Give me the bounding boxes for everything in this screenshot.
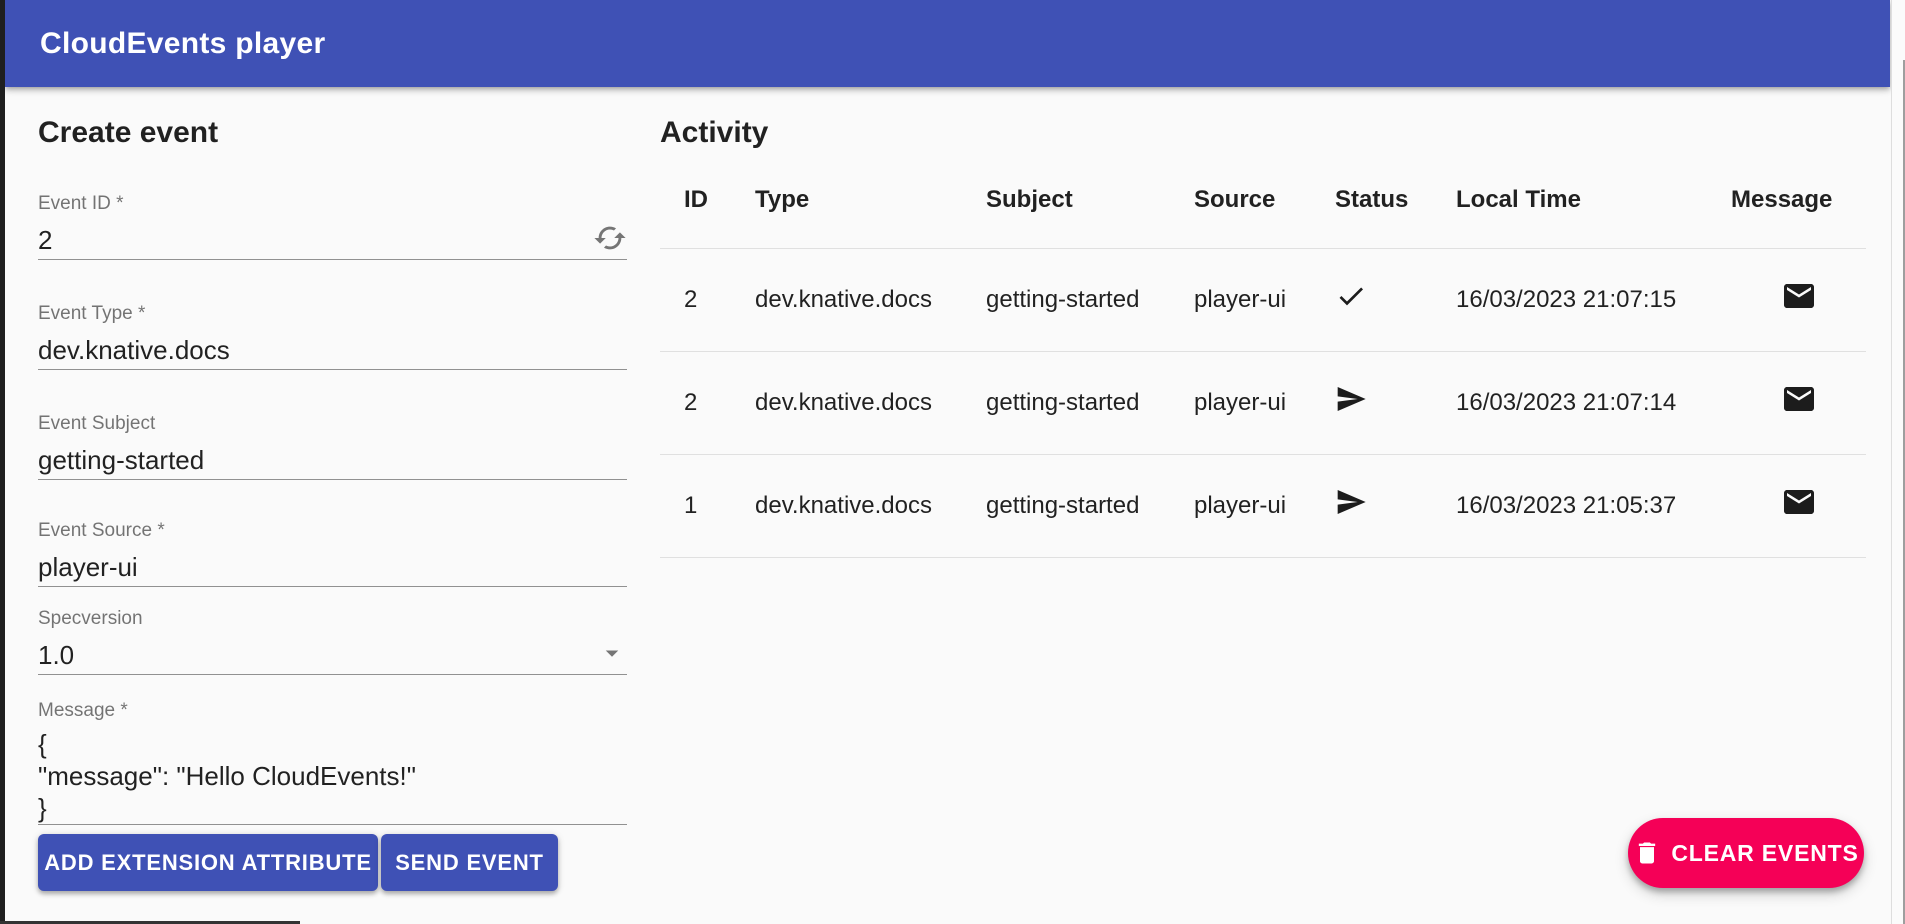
check-icon [1335, 291, 1367, 318]
create-event-heading: Create event [38, 113, 627, 153]
column-header-local-time: Local Time [1456, 153, 1731, 248]
cell-status [1335, 454, 1456, 557]
delete-icon [1633, 839, 1661, 867]
event-type-label: Event Type * [38, 303, 627, 325]
send-icon [1335, 497, 1367, 524]
cached-icon[interactable] [593, 221, 627, 260]
event-id-field[interactable]: Event ID * 2 [38, 193, 627, 260]
activity-table: ID Type Subject Source Status Local Time… [660, 153, 1866, 558]
specversion-select[interactable]: Specversion 1.0 [38, 608, 627, 675]
app-title: CloudEvents player [5, 27, 325, 61]
specversion-value[interactable]: 1.0 [38, 640, 74, 671]
event-subject-label: Event Subject [38, 413, 627, 435]
cell-type: dev.knative.docs [755, 248, 986, 351]
column-header-source: Source [1194, 153, 1335, 248]
cell-subject: getting-started [986, 248, 1194, 351]
cloudevents-player-app: CloudEvents player Create event Event ID… [0, 0, 1905, 924]
column-header-status: Status [1335, 153, 1456, 248]
email-icon[interactable] [1781, 499, 1817, 526]
message-label: Message * [38, 700, 627, 722]
activity-section: Activity ID Type Subject Source Status L… [660, 113, 1866, 558]
cell-status [1335, 248, 1456, 351]
form-buttons-row: ADD EXTENSION ATTRIBUTE SEND EVENT [38, 834, 627, 891]
specversion-label: Specversion [38, 608, 627, 630]
cell-message [1731, 454, 1866, 557]
cell-status [1335, 351, 1456, 454]
table-header-row: ID Type Subject Source Status Local Time… [660, 153, 1866, 248]
message-field[interactable]: Message * { "message": "Hello CloudEvent… [38, 700, 627, 825]
event-id-value[interactable]: 2 [38, 225, 52, 256]
clear-events-button[interactable]: CLEAR EVENTS [1628, 818, 1864, 888]
cell-source: player-ui [1194, 351, 1335, 454]
send-event-button[interactable]: SEND EVENT [381, 834, 558, 891]
cell-id: 1 [660, 454, 755, 557]
add-extension-attribute-button[interactable]: ADD EXTENSION ATTRIBUTE [38, 834, 378, 891]
activity-heading: Activity [660, 113, 1866, 153]
event-source-value[interactable]: player-ui [38, 552, 138, 583]
cell-source: player-ui [1194, 248, 1335, 351]
cell-local-time: 16/03/2023 21:07:15 [1456, 248, 1731, 351]
event-source-field[interactable]: Event Source * player-ui [38, 520, 627, 587]
cell-type: dev.knative.docs [755, 454, 986, 557]
event-type-value[interactable]: dev.knative.docs [38, 335, 230, 366]
column-header-message: Message [1731, 153, 1866, 248]
arrow-drop-down-icon[interactable] [597, 638, 627, 673]
column-header-subject: Subject [986, 153, 1194, 248]
cell-subject: getting-started [986, 351, 1194, 454]
table-row[interactable]: 2 dev.knative.docs getting-started playe… [660, 351, 1866, 454]
column-header-type: Type [755, 153, 986, 248]
email-icon[interactable] [1781, 293, 1817, 320]
create-event-section: Create event Event ID * 2 Event Type * d… [38, 113, 627, 891]
cell-message [1731, 351, 1866, 454]
cell-source: player-ui [1194, 454, 1335, 557]
cell-id: 2 [660, 351, 755, 454]
event-id-label: Event ID * [38, 193, 627, 215]
send-icon [1335, 394, 1367, 421]
cell-type: dev.knative.docs [755, 351, 986, 454]
event-type-field[interactable]: Event Type * dev.knative.docs [38, 303, 627, 370]
column-header-id: ID [660, 153, 755, 248]
cell-message [1731, 248, 1866, 351]
event-source-label: Event Source * [38, 520, 627, 542]
event-subject-field[interactable]: Event Subject getting-started [38, 413, 627, 480]
table-row[interactable]: 2 dev.knative.docs getting-started playe… [660, 248, 1866, 351]
cell-local-time: 16/03/2023 21:07:14 [1456, 351, 1731, 454]
window-left-edge [0, 0, 5, 924]
event-subject-value[interactable]: getting-started [38, 445, 204, 476]
table-row[interactable]: 1 dev.knative.docs getting-started playe… [660, 454, 1866, 557]
message-value[interactable]: { "message": "Hello CloudEvents!" } [38, 728, 627, 824]
clear-events-label: CLEAR EVENTS [1671, 840, 1858, 867]
app-bar: CloudEvents player [5, 0, 1890, 87]
cell-local-time: 16/03/2023 21:05:37 [1456, 454, 1731, 557]
cell-subject: getting-started [986, 454, 1194, 557]
email-icon[interactable] [1781, 396, 1817, 423]
cell-id: 2 [660, 248, 755, 351]
